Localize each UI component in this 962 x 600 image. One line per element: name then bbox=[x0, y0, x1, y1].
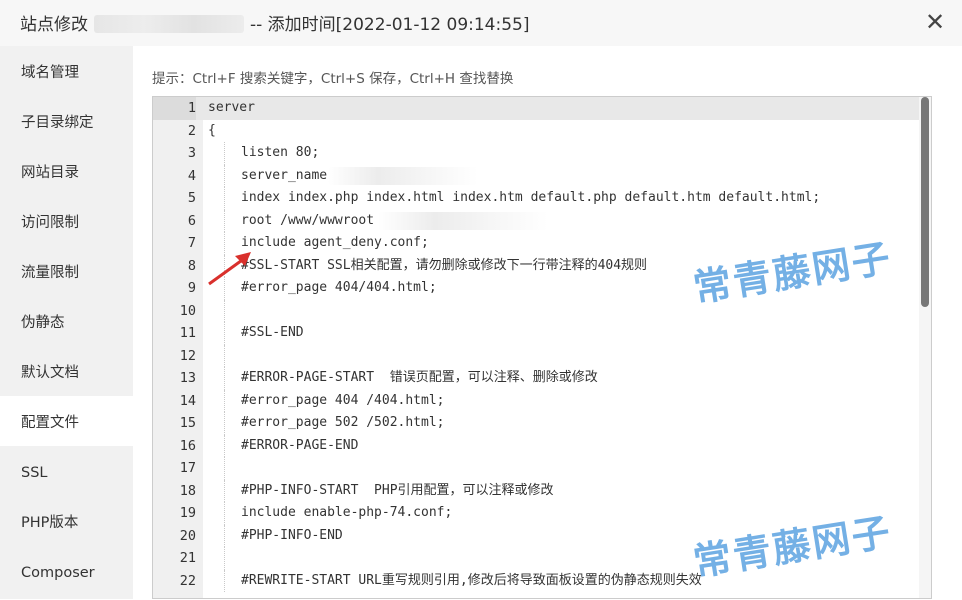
indent-guide bbox=[224, 209, 225, 232]
sidebar-item[interactable]: 默认文档 bbox=[0, 346, 133, 396]
line-number: 10 bbox=[179, 302, 196, 319]
line-number: 15 bbox=[179, 415, 196, 431]
code-text: include enable-php-74.conf; bbox=[241, 505, 453, 520]
code-line[interactable]: 1 server bbox=[153, 97, 931, 120]
line-number: 14 bbox=[179, 392, 196, 409]
code-line[interactable]: 13 #ERROR-PAGE-START 错误页配置，可以注释、删除或修改 bbox=[153, 367, 931, 390]
close-icon[interactable]: ✕ bbox=[922, 9, 948, 35]
code-line[interactable]: 14 #error_page 404 /404.html; bbox=[153, 389, 931, 412]
line-number: 13 bbox=[179, 370, 196, 386]
indent-guide bbox=[224, 547, 225, 570]
code-text: #ERROR-PAGE-END bbox=[241, 437, 359, 453]
code-line[interactable]: 3 listen 80; bbox=[153, 142, 931, 165]
code-text: include agent_deny.conf; bbox=[241, 235, 429, 250]
redacted-server-name bbox=[328, 166, 478, 185]
code-line[interactable]: 22 #REWRITE-START URL重写规则引用,修改后将导致面板设置的伪静… bbox=[153, 569, 931, 592]
redacted-site-name bbox=[94, 15, 244, 33]
code-line[interactable]: 2{ bbox=[153, 120, 931, 143]
code-line[interactable]: 18 #PHP-INFO-START PHP引用配置，可以注释或修改 bbox=[153, 479, 931, 502]
line-number: 5 bbox=[187, 190, 196, 206]
sidebar-item[interactable]: SSL bbox=[0, 446, 133, 496]
line-number: 21 bbox=[179, 550, 196, 566]
editor-hint: 提示：Ctrl+F 搜索关键字，Ctrl+S 保存，Ctrl+H 查找替换 bbox=[152, 71, 514, 87]
line-number: 9 bbox=[187, 280, 196, 296]
dialog-header: 站点修改 -- 添加时间[2022-01-12 09:14:55] ✕ bbox=[0, 0, 962, 46]
sidebar-item[interactable]: 配置文件 bbox=[0, 396, 133, 446]
line-number: 22 bbox=[179, 572, 196, 589]
code-text: #SSL-START SSL相关配置，请勿删除或修改下一行带注释的404规则 bbox=[241, 257, 648, 273]
indent-guide bbox=[224, 367, 225, 390]
sidebar-item[interactable]: 子目录绑定 bbox=[0, 96, 133, 146]
indent-guide bbox=[224, 299, 225, 322]
indent-guide bbox=[224, 524, 225, 547]
code-text: server_name bbox=[241, 167, 328, 183]
indent-guide bbox=[224, 412, 225, 435]
code-line[interactable]: 15 #error_page 502 /502.html; bbox=[153, 412, 931, 435]
line-number: 4 bbox=[187, 167, 196, 184]
line-number: 3 bbox=[187, 145, 196, 161]
code-line[interactable]: 17 bbox=[153, 457, 931, 480]
code-text: #ERROR-PAGE-START 错误页配置，可以注释、删除或修改 bbox=[241, 370, 598, 385]
indent-guide bbox=[224, 142, 225, 165]
line-number: 19 bbox=[179, 505, 196, 521]
code-line[interactable]: 6 root /www/wwwroot bbox=[153, 209, 931, 232]
code-text: #REWRITE-START URL重写规则引用,修改后将导致面板设置的伪静态规… bbox=[241, 572, 702, 588]
code-line[interactable]: 5 index index.php index.html index.htm de… bbox=[153, 187, 931, 210]
line-number: 7 bbox=[187, 235, 196, 251]
code-text: { bbox=[208, 122, 216, 138]
code-text: listen 80; bbox=[241, 145, 320, 160]
line-number: 17 bbox=[179, 460, 196, 476]
code-text: #error_page 404/404.html; bbox=[241, 280, 437, 295]
indent-guide bbox=[224, 344, 225, 367]
scrollbar-track[interactable] bbox=[919, 97, 931, 598]
line-number: 2 bbox=[187, 122, 196, 139]
code-text: server bbox=[208, 100, 255, 115]
code-line[interactable]: 4 server_name bbox=[153, 164, 931, 187]
dialog-title-prefix: 站点修改 bbox=[20, 15, 88, 35]
line-number: 8 bbox=[187, 257, 196, 274]
dialog-title-suffix: -- 添加时间[2022-01-12 09:14:55] bbox=[250, 15, 530, 35]
indent-guide bbox=[224, 322, 225, 345]
code-text: #SSL-END bbox=[241, 325, 304, 340]
line-number: 6 bbox=[187, 212, 196, 229]
dialog-title: 站点修改 -- 添加时间[2022-01-12 09:14:55] bbox=[20, 10, 530, 35]
line-number: 1 bbox=[153, 97, 196, 120]
code-text: root /www/wwwroot bbox=[241, 212, 375, 228]
code-text: #error_page 502 /502.html; bbox=[241, 415, 445, 430]
sidebar-item[interactable]: 伪静态 bbox=[0, 296, 133, 346]
line-number: 16 bbox=[179, 437, 196, 454]
scrollbar-thumb[interactable] bbox=[921, 97, 929, 307]
code-line[interactable]: 16 #ERROR-PAGE-END bbox=[153, 434, 931, 457]
redacted-root-path bbox=[378, 211, 548, 230]
code-line[interactable]: 10 bbox=[153, 299, 931, 322]
indent-guide bbox=[224, 389, 225, 412]
red-arrow-annotation bbox=[208, 252, 251, 286]
sidebar-item[interactable]: 流量限制 bbox=[0, 246, 133, 296]
code-line[interactable]: 12 bbox=[153, 344, 931, 367]
line-number: 20 bbox=[179, 527, 196, 544]
code-line[interactable]: 11 #SSL-END bbox=[153, 322, 931, 345]
indent-guide bbox=[224, 479, 225, 502]
code-text: #error_page 404 /404.html; bbox=[241, 392, 445, 408]
indent-guide bbox=[224, 187, 225, 210]
indent-guide bbox=[224, 164, 225, 187]
code-text: index index.php index.html index.htm def… bbox=[241, 190, 821, 205]
code-text: #PHP-INFO-END bbox=[241, 527, 343, 543]
sidebar-item[interactable]: Composer bbox=[0, 546, 133, 596]
sidebar-item[interactable]: 域名管理 bbox=[0, 46, 133, 96]
line-number: 11 bbox=[179, 325, 196, 341]
sidebar-item[interactable]: 访问限制 bbox=[0, 196, 133, 246]
indent-guide bbox=[224, 569, 225, 592]
indent-guide bbox=[224, 434, 225, 457]
line-number: 12 bbox=[179, 347, 196, 364]
indent-guide bbox=[224, 502, 225, 525]
sidebar: 域名管理 子目录绑定 网站目录 访问限制 流量限制 伪静态 默认文档 配置文件 SSL PHP版本… bbox=[0, 46, 133, 599]
line-number: 18 bbox=[179, 482, 196, 499]
sidebar-item[interactable]: PHP版本 bbox=[0, 496, 133, 546]
code-text: #PHP-INFO-START PHP引用配置，可以注释或修改 bbox=[241, 482, 554, 498]
sidebar-item[interactable]: 网站目录 bbox=[0, 146, 133, 196]
indent-guide bbox=[224, 457, 225, 480]
